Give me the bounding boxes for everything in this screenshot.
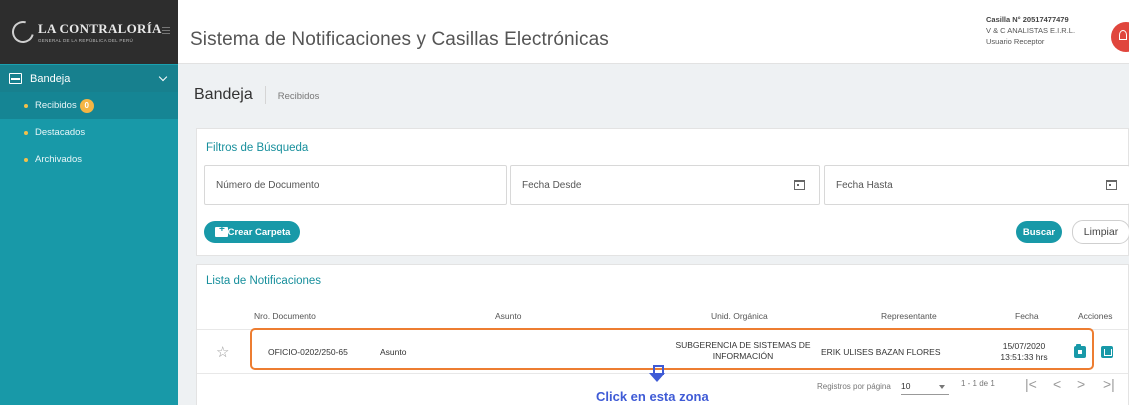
- casilla-number: Casilla N° 20517477479: [986, 15, 1069, 24]
- sidebar-item-destacados[interactable]: Destacados: [0, 119, 178, 146]
- breadcrumb-divider: [264, 86, 266, 104]
- calendar-icon[interactable]: [794, 180, 805, 190]
- add-folder-icon: [215, 224, 228, 237]
- column-header-actions: Acciones: [1078, 311, 1113, 321]
- top-header: Sistema de Notificaciones y Casillas Ele…: [178, 0, 1129, 64]
- caret-down-icon: [939, 385, 945, 389]
- search-button[interactable]: Buscar: [1016, 221, 1062, 243]
- last-page-button[interactable]: >|: [1103, 376, 1115, 392]
- sidebar-item-recibidos[interactable]: Recibidos 0: [0, 92, 178, 119]
- page-title: Bandeja: [194, 86, 253, 103]
- annotation-arrow-icon: [649, 365, 665, 383]
- next-page-button[interactable]: >: [1077, 376, 1085, 392]
- date-to-input[interactable]: Fecha Hasta: [824, 165, 1129, 205]
- per-page-value: 10: [901, 381, 911, 391]
- list-title: Lista de Notificaciones: [206, 275, 322, 287]
- date-to-placeholder: Fecha Hasta: [836, 179, 893, 191]
- column-header-date[interactable]: Fecha: [1015, 311, 1039, 321]
- unread-count-badge: 0: [79, 98, 94, 113]
- star-icon[interactable]: ☆: [216, 343, 229, 361]
- company-name: V & C ANALISTAS E.I.R.L.: [986, 26, 1076, 35]
- sidebar-item-label: Destacados: [35, 127, 86, 138]
- date-from-placeholder: Fecha Desde: [522, 179, 582, 191]
- logo: LA CONTRALORÍA GENERAL DE LA REPÚBLICA D…: [0, 0, 178, 64]
- sidebar-item-label: Archivados: [35, 154, 82, 165]
- sidebar: LA CONTRALORÍA GENERAL DE LA REPÚBLICA D…: [0, 0, 178, 405]
- logo-subtitle: GENERAL DE LA REPÚBLICA DEL PERÚ: [38, 38, 134, 43]
- first-page-button[interactable]: |<: [1025, 376, 1037, 392]
- inbox-icon: [9, 73, 22, 84]
- clear-button[interactable]: Limpiar: [1072, 220, 1129, 244]
- logo-emblem-icon: [7, 16, 39, 48]
- breadcrumb-current: Recibidos: [277, 91, 320, 102]
- filters-panel: Filtros de Búsqueda Número de Documento …: [196, 128, 1129, 256]
- column-header-document[interactable]: Nro. Documento: [254, 311, 316, 321]
- create-folder-button[interactable]: Crear Carpeta: [204, 221, 300, 243]
- per-page-label: Registros por página: [817, 382, 891, 391]
- user-avatar-icon[interactable]: [1111, 22, 1129, 52]
- logo-name: LA CONTRALORÍA: [38, 21, 162, 36]
- create-folder-label: Crear Carpeta: [227, 226, 291, 238]
- prev-page-button[interactable]: <: [1053, 376, 1061, 392]
- breadcrumb: Bandeja Recibidos: [194, 86, 319, 104]
- notifications-panel: Lista de Notificaciones Nro. Documento A…: [196, 264, 1129, 405]
- date-from-input[interactable]: Fecha Desde: [510, 165, 820, 205]
- calendar-icon[interactable]: [1106, 180, 1117, 190]
- per-page-select[interactable]: 10: [901, 381, 949, 395]
- filters-title: Filtros de Búsqueda: [206, 142, 309, 154]
- highlight-box: [250, 328, 1094, 370]
- sidebar-item-archivados[interactable]: Archivados: [0, 146, 178, 173]
- column-header-unit[interactable]: Unid. Orgánica: [711, 311, 768, 321]
- sidebar-item-label: Recibidos: [35, 100, 77, 111]
- user-role: Usuario Receptor: [986, 37, 1045, 46]
- sidebar-section-bandeja[interactable]: Bandeja: [0, 64, 178, 92]
- user-info: Casilla N° 20517477479 V & C ANALISTAS E…: [986, 14, 1075, 47]
- sidebar-section-label: Bandeja: [30, 72, 71, 85]
- archive-icon[interactable]: [1101, 346, 1113, 358]
- menu-toggle-icon[interactable]: [162, 30, 170, 31]
- document-number-input[interactable]: Número de Documento: [204, 165, 507, 205]
- annotation-label: Click en esta zona: [596, 389, 709, 404]
- column-header-subject[interactable]: Asunto: [495, 311, 521, 321]
- chevron-down-icon: [158, 72, 168, 82]
- page-range: 1 - 1 de 1: [961, 379, 995, 388]
- app-title: Sistema de Notificaciones y Casillas Ele…: [190, 29, 609, 50]
- column-header-representative[interactable]: Representante: [881, 311, 937, 321]
- document-number-placeholder: Número de Documento: [216, 179, 320, 191]
